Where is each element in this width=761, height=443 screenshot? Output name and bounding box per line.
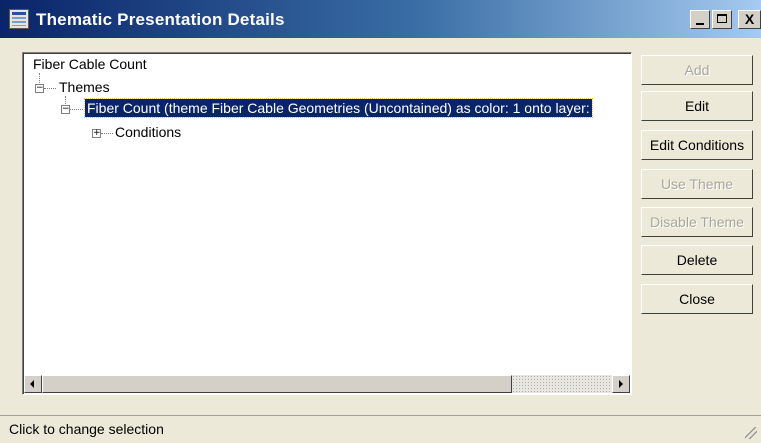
close-icon: X — [744, 11, 755, 27]
tree-item-themes[interactable]: Themes — [59, 78, 110, 96]
close-button[interactable]: Close — [641, 284, 753, 314]
scroll-track[interactable] — [512, 375, 612, 393]
horizontal-scrollbar[interactable] — [24, 375, 630, 393]
tree-root-item[interactable]: Fiber Cable Count — [33, 55, 147, 73]
dialog-window: Thematic Presentation Details X Fiber Ca… — [0, 0, 761, 443]
delete-button[interactable]: Delete — [641, 245, 753, 275]
tree-item-conditions[interactable]: Conditions — [115, 123, 181, 141]
tree-connector — [70, 109, 83, 110]
tree-connector — [101, 133, 113, 134]
scroll-left-button[interactable] — [24, 375, 42, 393]
scroll-right-button[interactable] — [612, 375, 630, 393]
tree-connector — [44, 88, 56, 89]
status-text: Click to change selection — [9, 421, 164, 437]
maximize-button[interactable] — [712, 10, 732, 29]
disable-theme-button[interactable]: Disable Theme — [641, 207, 753, 237]
minimize-button[interactable] — [690, 10, 710, 29]
app-icon — [9, 9, 29, 29]
edit-conditions-button[interactable]: Edit Conditions — [641, 130, 753, 160]
collapse-fiber-count-icon[interactable]: − — [61, 105, 70, 114]
window-title: Thematic Presentation Details — [36, 10, 285, 29]
resize-grip-icon[interactable] — [745, 427, 757, 439]
expand-conditions-icon[interactable]: + — [92, 129, 101, 138]
use-theme-button[interactable]: Use Theme — [641, 169, 753, 199]
scroll-thumb[interactable] — [42, 375, 512, 393]
collapse-themes-icon[interactable]: − — [35, 84, 44, 93]
close-window-button[interactable]: X — [738, 10, 761, 29]
title-bar[interactable]: Thematic Presentation Details X — [0, 0, 761, 38]
theme-tree-view[interactable]: Fiber Cable Count − Themes − Fiber Count… — [22, 52, 632, 395]
edit-button[interactable]: Edit — [641, 91, 753, 121]
tree-item-fiber-count-selected[interactable]: Fiber Count (theme Fiber Cable Geometrie… — [84, 98, 593, 118]
status-bar: Click to change selection — [0, 415, 761, 443]
add-button[interactable]: Add — [641, 55, 753, 85]
